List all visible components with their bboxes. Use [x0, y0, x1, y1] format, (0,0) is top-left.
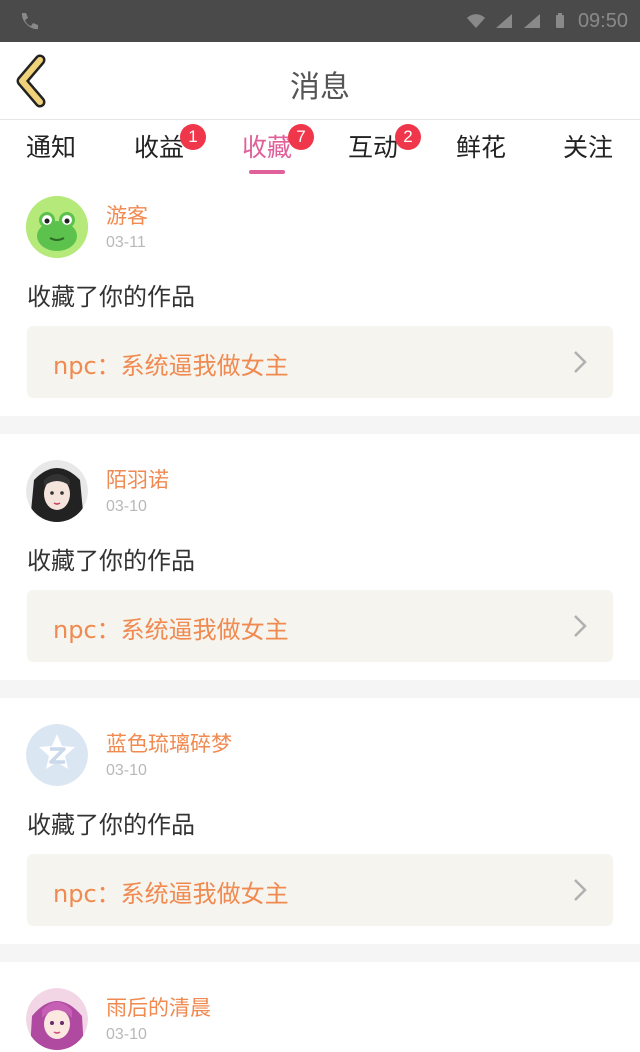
- wifi-icon: [466, 14, 485, 28]
- avatar[interactable]: [26, 724, 88, 786]
- phone-icon: [21, 13, 38, 30]
- tab-label: 收益: [133, 133, 184, 162]
- message-action: 收藏了你的作品: [27, 547, 195, 575]
- chevron-right-icon: [574, 351, 587, 373]
- work-link[interactable]: npc：系统逼我做女主: [27, 326, 613, 398]
- girl-avatar-icon: [26, 460, 88, 522]
- message-list: 游客 03-11 收藏了你的作品 npc：系统逼我做女主 陌羽诺 03-10 收…: [0, 180, 640, 1052]
- tab-favorites[interactable]: 收藏 7: [227, 124, 314, 176]
- tab-label: 通知: [25, 133, 76, 162]
- message-date: 03-10: [106, 498, 147, 515]
- divider: [0, 416, 640, 434]
- divider: [0, 680, 640, 698]
- avatar[interactable]: [26, 196, 88, 258]
- message-date: 03-11: [106, 234, 146, 251]
- header-bar: 消息: [0, 42, 640, 120]
- tab-earnings[interactable]: 收益 1: [119, 124, 206, 176]
- user-name[interactable]: 蓝色琉璃碎梦: [106, 728, 232, 758]
- girl-avatar-icon: [26, 988, 88, 1050]
- chevron-right-icon: [574, 879, 587, 901]
- signal-icon: [495, 14, 512, 28]
- work-title: npc：系统逼我做女主: [53, 616, 289, 644]
- status-bar: 09:50: [0, 0, 640, 42]
- tab-label: 关注: [562, 133, 613, 162]
- active-tab-indicator: [249, 170, 285, 174]
- chevron-right-icon: [574, 615, 587, 637]
- message-action: 收藏了你的作品: [27, 811, 195, 839]
- tab-interactions[interactable]: 互动 2: [333, 124, 421, 176]
- work-title: npc：系统逼我做女主: [53, 880, 289, 908]
- frog-avatar-icon: [26, 196, 88, 258]
- tab-badge: 7: [288, 124, 314, 150]
- battery-icon: [555, 13, 564, 28]
- page-title: 消息: [290, 70, 350, 105]
- message-action: 收藏了你的作品: [27, 283, 195, 311]
- message-card: 雨后的清晨 03-10: [0, 962, 640, 1052]
- default-avatar-icon: [26, 724, 88, 786]
- message-date: 03-10: [106, 1026, 147, 1043]
- avatar[interactable]: [26, 988, 88, 1050]
- user-name[interactable]: 陌羽诺: [106, 464, 169, 494]
- work-title: npc：系统逼我做女主: [53, 352, 289, 380]
- message-card: 游客 03-11 收藏了你的作品 npc：系统逼我做女主: [0, 180, 640, 416]
- tab-bar: 通知 收益 1 收藏 7 互动 2 鲜花 关注: [0, 120, 640, 180]
- message-date: 03-10: [106, 762, 147, 779]
- tab-following[interactable]: 关注: [548, 130, 628, 176]
- divider: [0, 944, 640, 962]
- status-time: 09:50: [577, 9, 628, 32]
- tab-badge: 2: [395, 124, 421, 150]
- avatar[interactable]: [26, 460, 88, 522]
- tab-label: 互动: [347, 133, 398, 162]
- work-link[interactable]: npc：系统逼我做女主: [27, 590, 613, 662]
- message-card: 陌羽诺 03-10 收藏了你的作品 npc：系统逼我做女主: [0, 434, 640, 680]
- user-name[interactable]: 雨后的清晨: [106, 992, 211, 1022]
- signal-icon-2: [523, 14, 540, 28]
- message-card: 蓝色琉璃碎梦 03-10 收藏了你的作品 npc：系统逼我做女主: [0, 698, 640, 944]
- tab-label: 鲜花: [455, 133, 506, 162]
- user-name[interactable]: 游客: [106, 200, 148, 230]
- tab-label: 收藏: [241, 133, 292, 162]
- tab-notifications[interactable]: 通知: [11, 130, 91, 176]
- tab-badge: 1: [180, 124, 206, 150]
- work-link[interactable]: npc：系统逼我做女主: [27, 854, 613, 926]
- tab-flowers[interactable]: 鲜花: [441, 130, 521, 176]
